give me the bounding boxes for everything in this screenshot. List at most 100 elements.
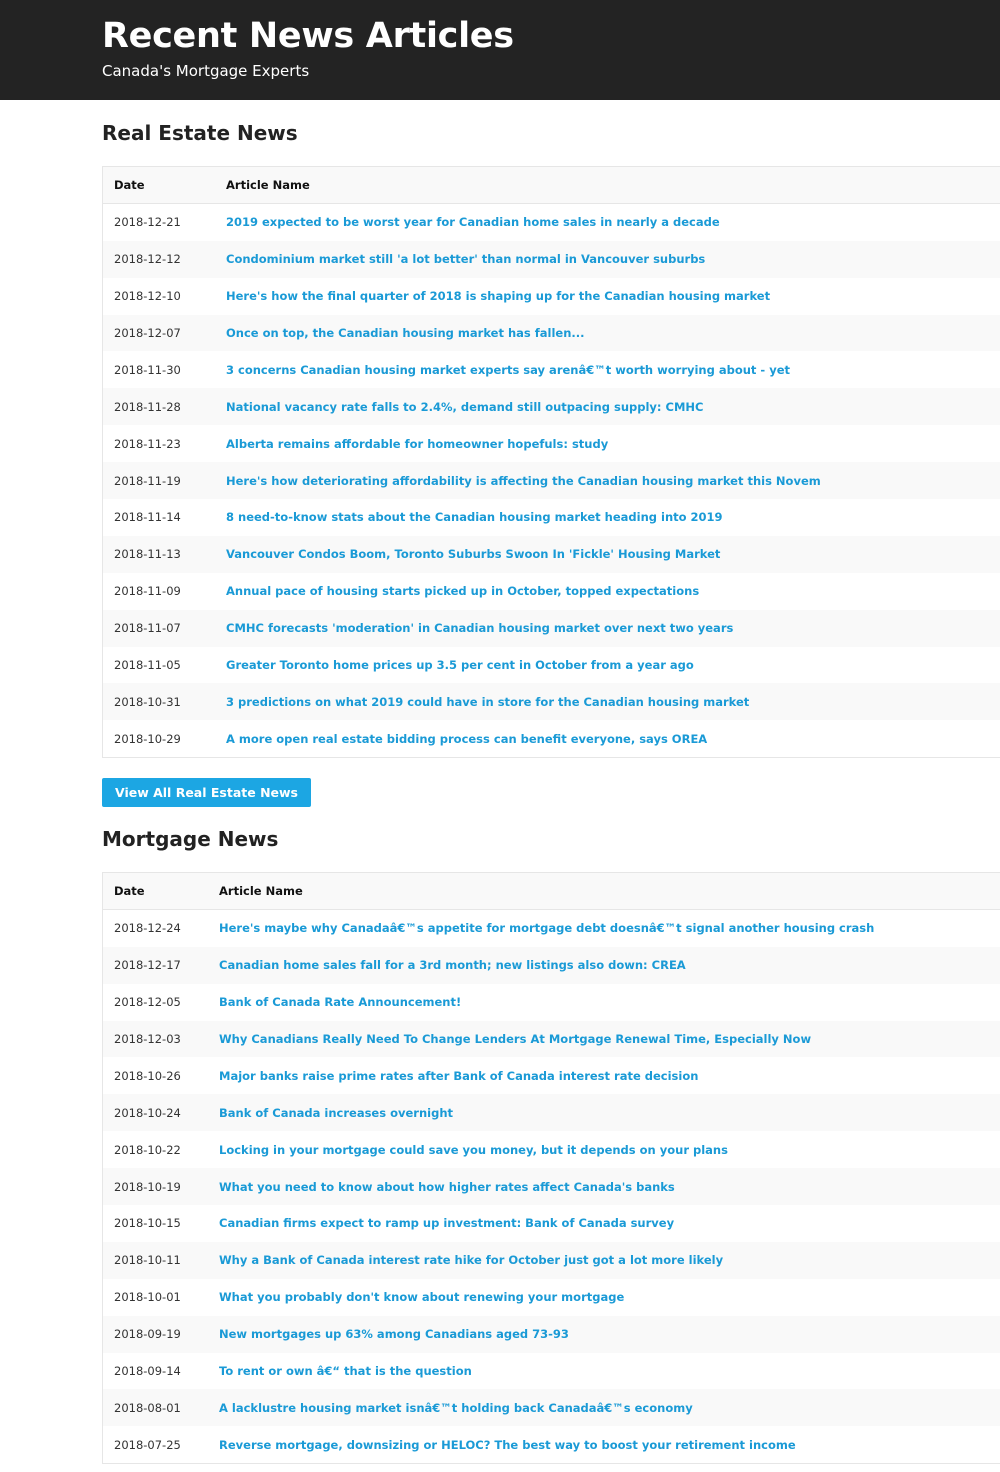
article-date: 2018-11-14 (114, 510, 181, 525)
article-date: 2018-11-13 (114, 547, 181, 562)
article-link[interactable]: Here's how deteriorating affordability i… (226, 462, 821, 499)
article-date: 2018-10-29 (114, 731, 181, 746)
article-link[interactable]: Reverse mortgage, downsizing or HELOC? T… (219, 1426, 796, 1463)
article-link[interactable]: National vacancy rate falls to 2.4%, dem… (226, 388, 703, 425)
table-row: 2018-10-15 Canadian firms expect to ramp … (103, 1205, 1000, 1242)
article-date: 2018-12-17 (114, 958, 181, 973)
article-link[interactable]: What you need to know about how higher r… (219, 1168, 675, 1205)
article-date: 2018-12-21 (114, 215, 181, 230)
date-column-header: Date (114, 177, 145, 192)
article-link[interactable]: New mortgages up 63% among Canadians age… (219, 1316, 569, 1353)
table-row: 2018-09-19 New mortgages up 63% among Can… (103, 1315, 1000, 1353)
page-title: Recent News Articles (102, 16, 514, 56)
table-row: 2018-12-17 Canadian home sales fall for a… (103, 946, 1000, 984)
table-row: 2018-07-25 Reverse mortgage, downsizing o… (103, 1426, 1000, 1464)
article-name-column-header: Article Name (226, 177, 310, 192)
article-link[interactable]: Vancouver Condos Boom, Toronto Suburbs S… (226, 536, 720, 573)
table-row: 2018-10-29 A more open real estate biddin… (103, 720, 1000, 758)
mortgage-heading: Mortgage News (102, 827, 279, 851)
table-row: 2018-11-14 8 need-to-know stats about the… (103, 499, 1000, 536)
article-link[interactable]: 2019 expected to be worst year for Canad… (226, 204, 720, 241)
article-date: 2018-12-07 (114, 326, 181, 340)
table-row: 2018-11-19 Here's how deteriorating affor… (103, 462, 1000, 500)
article-date: 2018-11-07 (114, 621, 181, 636)
article-link[interactable]: 3 concerns Canadian housing market exper… (226, 351, 790, 388)
article-link[interactable]: 8 need-to-know stats about the Canadian … (226, 499, 723, 536)
real-estate-heading: Real Estate News (102, 121, 298, 145)
article-date: 2018-10-19 (114, 1179, 181, 1194)
article-date: 2018-10-15 (114, 1216, 181, 1231)
article-link[interactable]: 3 predictions on what 2019 could have in… (226, 683, 749, 720)
article-link[interactable]: To rent or own â€“ that is the question (219, 1353, 472, 1390)
table-row: 2018-11-09 Annual pace of housing starts … (103, 572, 1000, 610)
article-link[interactable]: Once on top, the Canadian housing market… (226, 315, 585, 352)
article-link[interactable]: A more open real estate bidding process … (226, 720, 707, 757)
article-link[interactable]: A lacklustre housing market isnâ€™t hold… (219, 1389, 693, 1426)
table-row: 2018-10-22 Locking in your mortgage could… (103, 1131, 1000, 1169)
site-tagline: Canada's Mortgage Experts (102, 62, 310, 80)
article-date: 2018-12-12 (114, 252, 181, 267)
table-row: 2018-12-07 Once on top, the Canadian hous… (103, 314, 1000, 352)
article-link[interactable]: Bank of Canada increases overnight (219, 1094, 453, 1131)
table-row: 2018-11-30 3 concerns Canadian housing ma… (103, 351, 1000, 389)
article-date: 2018-10-31 (114, 694, 181, 709)
article-link[interactable]: Locking in your mortgage could save you … (219, 1131, 728, 1168)
article-link[interactable]: Bank of Canada Rate Announcement! (219, 984, 461, 1021)
article-date: 2018-11-28 (114, 399, 181, 414)
article-date: 2018-12-05 (114, 995, 181, 1010)
article-link[interactable]: Annual pace of housing starts picked up … (226, 573, 699, 610)
article-link[interactable]: Canadian firms expect to ramp up investm… (219, 1205, 674, 1242)
table-row: 2018-09-14 To rent or own â€“ that is the… (103, 1352, 1000, 1390)
article-link[interactable]: Condominium market still 'a lot better' … (226, 241, 705, 278)
date-column-header: Date (114, 883, 145, 898)
table-row: 2018-10-19 What you need to know about ho… (103, 1168, 1000, 1206)
mortgage-news-table: Date Article Name 2018-12-24 Here's maybe… (102, 872, 1000, 1465)
article-date: 2018-12-03 (114, 1032, 181, 1046)
article-link[interactable]: Alberta remains affordable for homeowner… (226, 425, 608, 462)
table-row: 2018-10-26 Major banks raise prime rates … (103, 1057, 1000, 1095)
table-header-row: Date Article Name (103, 873, 1000, 910)
article-date: 2018-09-19 (114, 1327, 181, 1342)
article-date: 2018-10-01 (114, 1290, 181, 1305)
real-estate-news-table: Date Article Name 2018-12-21 2019 expecte… (102, 166, 1000, 759)
article-date: 2018-08-01 (114, 1400, 181, 1415)
article-date: 2018-11-09 (114, 584, 181, 599)
view-all-real-estate-news-button[interactable]: View All Real Estate News (102, 778, 311, 807)
table-row: 2018-12-03 Why Canadians Really Need To C… (103, 1020, 1000, 1058)
article-date: 2018-11-30 (114, 362, 181, 377)
site-header: Recent News Articles Canada's Mortgage E… (0, 0, 1000, 100)
article-date: 2018-10-11 (114, 1253, 181, 1268)
article-link[interactable]: Here's maybe why Canadaâ€™s appetite for… (219, 910, 874, 947)
table-row: 2018-10-31 3 predictions on what 2019 cou… (103, 683, 1000, 721)
article-date: 2018-10-26 (114, 1068, 181, 1083)
table-row: 2018-12-24 Here's maybe why Canadaâ€™s ap… (103, 909, 1000, 947)
article-date: 2018-10-24 (114, 1105, 181, 1120)
table-row: 2018-12-10 Here's how the final quarter o… (103, 277, 1000, 315)
article-link[interactable]: What you probably don't know about renew… (219, 1279, 624, 1316)
article-date: 2018-12-24 (114, 921, 181, 936)
article-link[interactable]: Major banks raise prime rates after Bank… (219, 1057, 698, 1094)
table-row: 2018-12-21 2019 expected to be worst year… (103, 203, 1000, 241)
article-link[interactable]: Greater Toronto home prices up 3.5 per c… (226, 647, 694, 684)
article-date: 2018-11-23 (114, 436, 181, 451)
article-date: 2018-12-10 (114, 289, 181, 304)
table-row: 2018-11-05 Greater Toronto home prices up… (103, 646, 1000, 684)
table-row: 2018-11-07 CMHC forecasts 'moderation' in… (103, 609, 1000, 647)
article-link[interactable]: Why Canadians Really Need To Change Lend… (219, 1021, 811, 1058)
table-row: 2018-10-24 Bank of Canada increases overn… (103, 1094, 1000, 1132)
table-row: 2018-11-13 Vancouver Condos Boom, Toronto… (103, 535, 1000, 573)
table-row: 2018-12-05 Bank of Canada Rate Announceme… (103, 983, 1000, 1021)
article-link[interactable]: Canadian home sales fall for a 3rd month… (219, 947, 686, 984)
article-link[interactable]: Here's how the final quarter of 2018 is … (226, 278, 770, 315)
article-name-column-header: Article Name (219, 883, 303, 898)
table-row: 2018-08-01 A lacklustre housing market is… (103, 1389, 1000, 1427)
article-date: 2018-07-25 (114, 1437, 181, 1452)
table-row: 2018-12-12 Condominium market still 'a lo… (103, 240, 1000, 278)
article-link[interactable]: CMHC forecasts 'moderation' in Canadian … (226, 610, 733, 647)
table-row: 2018-10-01 What you probably don't know a… (103, 1278, 1000, 1316)
table-row: 2018-11-28 National vacancy rate falls to… (103, 388, 1000, 426)
article-link[interactable]: Why a Bank of Canada interest rate hike … (219, 1242, 723, 1279)
table-row: 2018-10-11 Why a Bank of Canada interest … (103, 1241, 1000, 1279)
table-header-row: Date Article Name (103, 167, 1000, 204)
article-date: 2018-09-14 (114, 1364, 181, 1379)
